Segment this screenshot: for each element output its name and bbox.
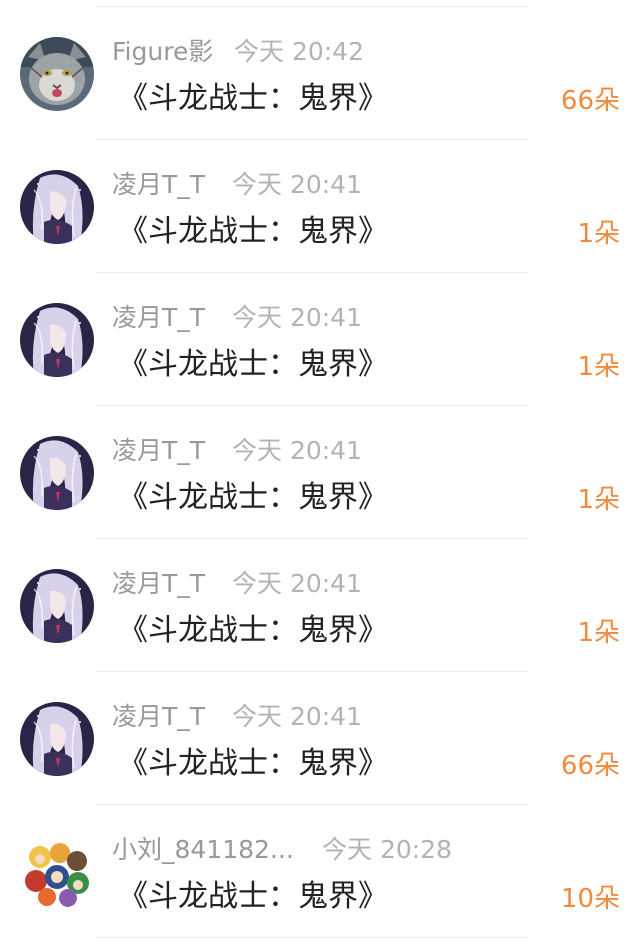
anime-girl-avatar-icon: [20, 569, 94, 643]
username[interactable]: 凌月T_T: [112, 167, 232, 203]
timestamp: 今天 20:41: [232, 170, 362, 199]
username[interactable]: 凌月T_T: [112, 566, 232, 602]
entry-meta: 凌月T_T 今天 20:41: [112, 566, 362, 602]
timestamp: 今天 20:41: [232, 436, 362, 465]
username[interactable]: Figure影: [112, 34, 234, 70]
gift-name: 《斗龙战士：鬼界》: [118, 214, 388, 249]
entry-meta: 凌月T_T 今天 20:41: [112, 699, 362, 735]
anime-girl-avatar-icon: [20, 170, 94, 244]
list-item[interactable]: 凌月T_T 今天 20:41 《斗龙战士：鬼界》 1朵: [0, 273, 640, 405]
gift-count: 1朵: [577, 352, 620, 382]
cat-avatar[interactable]: [20, 37, 94, 111]
anime-girl-avatar[interactable]: [20, 702, 94, 776]
gift-count: 10朵: [560, 884, 620, 914]
list-divider: [96, 937, 528, 938]
anime-girl-avatar[interactable]: [20, 569, 94, 643]
username[interactable]: 凌月T_T: [112, 433, 232, 469]
cat-avatar-icon: [20, 37, 94, 111]
anime-girl-avatar-icon: [20, 702, 94, 776]
gift-count: 1朵: [577, 618, 620, 648]
gift-record-list: Figure影 今天 20:42 《斗龙战士：鬼界》 66朵 凌月T_T 今天 20…: [0, 6, 640, 938]
cartoon-group-avatar[interactable]: [20, 835, 94, 909]
gift-name: 《斗龙战士：鬼界》: [118, 81, 388, 116]
entry-meta: 小刘_841182... 今天 20:28: [112, 832, 452, 868]
gift-count: 1朵: [577, 485, 620, 515]
list-item[interactable]: Figure影 今天 20:42 《斗龙战士：鬼界》 66朵: [0, 7, 640, 139]
entry-meta: Figure影 今天 20:42: [112, 34, 364, 70]
timestamp: 今天 20:41: [232, 569, 362, 598]
timestamp: 今天 20:28: [322, 835, 452, 864]
anime-girl-avatar[interactable]: [20, 303, 94, 377]
gift-count: 66朵: [560, 86, 620, 116]
list-item[interactable]: 凌月T_T 今天 20:41 《斗龙战士：鬼界》 1朵: [0, 539, 640, 671]
gift-name: 《斗龙战士：鬼界》: [118, 746, 388, 781]
list-item[interactable]: 小刘_841182... 今天 20:28 《斗龙战士：鬼界》 10朵: [0, 805, 640, 937]
timestamp: 今天 20:41: [232, 702, 362, 731]
cartoon-group-avatar-icon: [20, 835, 94, 909]
username[interactable]: 凌月T_T: [112, 300, 232, 336]
entry-meta: 凌月T_T 今天 20:41: [112, 433, 362, 469]
gift-name: 《斗龙战士：鬼界》: [118, 613, 388, 648]
username[interactable]: 小刘_841182...: [112, 832, 322, 868]
gift-count: 1朵: [577, 219, 620, 249]
timestamp: 今天 20:41: [232, 303, 362, 332]
username[interactable]: 凌月T_T: [112, 699, 232, 735]
entry-meta: 凌月T_T 今天 20:41: [112, 167, 362, 203]
gift-count: 66朵: [560, 751, 620, 781]
gift-name: 《斗龙战士：鬼界》: [118, 347, 388, 382]
anime-girl-avatar-icon: [20, 436, 94, 510]
timestamp: 今天 20:42: [234, 37, 364, 66]
anime-girl-avatar[interactable]: [20, 170, 94, 244]
anime-girl-avatar[interactable]: [20, 436, 94, 510]
list-item[interactable]: 凌月T_T 今天 20:41 《斗龙战士：鬼界》 66朵: [0, 672, 640, 804]
entry-meta: 凌月T_T 今天 20:41: [112, 300, 362, 336]
gift-name: 《斗龙战士：鬼界》: [118, 879, 388, 914]
list-item[interactable]: 凌月T_T 今天 20:41 《斗龙战士：鬼界》 1朵: [0, 140, 640, 272]
gift-name: 《斗龙战士：鬼界》: [118, 480, 388, 515]
anime-girl-avatar-icon: [20, 303, 94, 377]
list-item[interactable]: 凌月T_T 今天 20:41 《斗龙战士：鬼界》 1朵: [0, 406, 640, 538]
